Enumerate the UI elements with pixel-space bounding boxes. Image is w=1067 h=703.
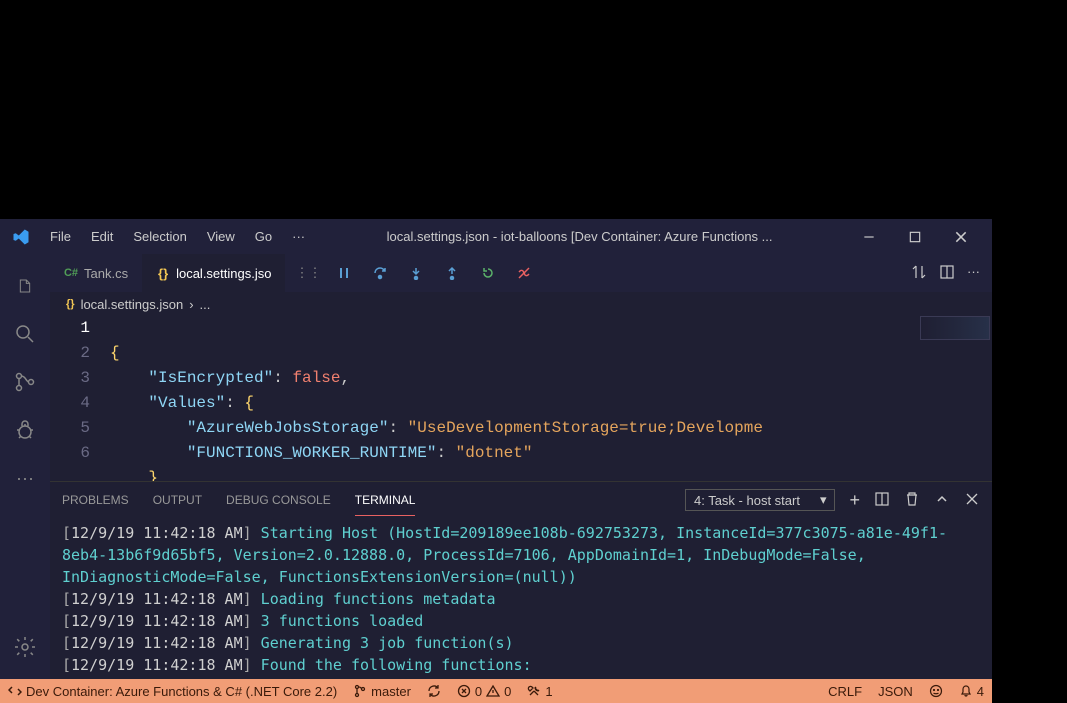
- panel-tab-debug-console[interactable]: DEBUG CONSOLE: [226, 485, 331, 515]
- titlebar: File Edit Selection View Go ··· local.se…: [0, 219, 992, 254]
- tools-icon: [527, 684, 541, 698]
- csharp-file-icon: C#: [64, 266, 78, 280]
- breadcrumb[interactable]: {} local.settings.json › ...: [50, 292, 992, 316]
- line-gutter: 1 2 3 4 5 6: [50, 316, 110, 481]
- language-mode[interactable]: JSON: [870, 684, 921, 699]
- problems-indicator[interactable]: 0 0: [449, 684, 519, 699]
- eol-indicator[interactable]: CRLF: [820, 684, 870, 699]
- menu-file[interactable]: File: [42, 225, 79, 248]
- panel-tab-problems[interactable]: PROBLEMS: [62, 485, 129, 515]
- terminal-output[interactable]: [12/9/19 11:42:18 AM] Starting Host (Hos…: [50, 518, 992, 679]
- step-into-icon[interactable]: [403, 260, 429, 286]
- close-panel-icon[interactable]: [964, 491, 980, 510]
- source-control-icon[interactable]: [0, 358, 50, 406]
- more-icon[interactable]: ···: [0, 454, 50, 502]
- explorer-icon[interactable]: [0, 262, 50, 310]
- step-over-icon[interactable]: [367, 260, 393, 286]
- dropdown-icon: ▾: [820, 492, 827, 508]
- menu-selection[interactable]: Selection: [125, 225, 194, 248]
- vscode-logo-icon: [12, 228, 30, 246]
- pause-icon[interactable]: [331, 260, 357, 286]
- terminal-selector[interactable]: 4: Task - host start▾: [685, 489, 836, 511]
- warning-icon: [486, 684, 500, 698]
- minimap[interactable]: [920, 316, 990, 340]
- json-file-icon: {}: [156, 266, 170, 280]
- code-content[interactable]: { "IsEncrypted": false, "Values": { "Azu…: [110, 316, 992, 481]
- terminal-message: Generating 3 job function(s): [252, 634, 514, 652]
- breadcrumb-rest[interactable]: ...: [200, 297, 211, 312]
- git-branch[interactable]: master: [345, 684, 419, 699]
- search-icon[interactable]: [0, 310, 50, 358]
- bell-icon: [959, 684, 973, 698]
- disconnect-icon[interactable]: [511, 260, 537, 286]
- statusbar: Dev Container: Azure Functions & C# (.NE…: [0, 679, 992, 703]
- vscode-window: File Edit Selection View Go ··· local.se…: [0, 219, 992, 703]
- terminal-timestamp: [12/9/19 11:42:18 AM]: [62, 634, 252, 652]
- activity-bar: ···: [0, 254, 50, 679]
- window-title: local.settings.json - iot-balloons [Dev …: [317, 229, 842, 244]
- new-terminal-icon[interactable]: +: [849, 490, 860, 511]
- bottom-panel: PROBLEMS OUTPUT DEBUG CONSOLE TERMINAL 4…: [50, 481, 992, 679]
- terminal-timestamp: [12/9/19 11:42:18 AM]: [62, 590, 252, 608]
- json-file-icon: {}: [66, 298, 75, 310]
- compare-changes-icon[interactable]: [911, 264, 927, 283]
- panel-tab-output[interactable]: OUTPUT: [153, 485, 202, 515]
- sync-icon: [427, 684, 441, 698]
- feedback-icon[interactable]: [921, 684, 951, 699]
- panel-tabs: PROBLEMS OUTPUT DEBUG CONSOLE TERMINAL 4…: [50, 482, 992, 518]
- tools-indicator[interactable]: 1: [519, 684, 560, 699]
- menu-go[interactable]: Go: [247, 225, 280, 248]
- menu-overflow[interactable]: ···: [284, 225, 313, 248]
- split-terminal-icon[interactable]: [874, 491, 890, 510]
- settings-gear-icon[interactable]: [0, 623, 50, 671]
- terminal-timestamp: [12/9/19 11:42:18 AM]: [62, 524, 252, 542]
- restart-icon[interactable]: [475, 260, 501, 286]
- error-icon: [457, 684, 471, 698]
- terminal-message: Loading functions metadata: [252, 590, 496, 608]
- remote-indicator[interactable]: Dev Container: Azure Functions & C# (.NE…: [0, 684, 345, 699]
- branch-icon: [353, 684, 367, 698]
- sync-button[interactable]: [419, 684, 449, 698]
- panel-tab-terminal[interactable]: TERMINAL: [355, 485, 416, 516]
- tab-tank-cs[interactable]: C# Tank.cs: [50, 254, 142, 292]
- drag-handle-icon[interactable]: ⋮⋮: [295, 260, 321, 286]
- menu-view[interactable]: View: [199, 225, 243, 248]
- terminal-message: Found the following functions:: [252, 656, 532, 674]
- editor[interactable]: 1 2 3 4 5 6 { "IsEncrypted": false, "Val…: [50, 316, 992, 481]
- close-button[interactable]: [938, 219, 984, 254]
- notifications-indicator[interactable]: 4: [951, 684, 992, 699]
- tab-label: local.settings.jso: [176, 266, 271, 281]
- terminal-timestamp: [12/9/19 11:42:18 AM]: [62, 656, 252, 674]
- chevron-right-icon: ›: [189, 297, 193, 312]
- step-out-icon[interactable]: [439, 260, 465, 286]
- more-actions-icon[interactable]: ···: [967, 264, 980, 283]
- debug-toolbar: ⋮⋮: [285, 260, 547, 286]
- maximize-button[interactable]: [892, 219, 938, 254]
- split-editor-icon[interactable]: [939, 264, 955, 283]
- minimize-button[interactable]: [846, 219, 892, 254]
- tab-local-settings[interactable]: {} local.settings.jso: [142, 254, 285, 292]
- tab-bar: C# Tank.cs {} local.settings.jso ⋮⋮: [50, 254, 992, 292]
- terminal-timestamp: [12/9/19 11:42:18 AM]: [62, 612, 252, 630]
- terminal-message: 3 functions loaded: [252, 612, 424, 630]
- menu-edit[interactable]: Edit: [83, 225, 121, 248]
- debug-icon[interactable]: [0, 406, 50, 454]
- kill-terminal-icon[interactable]: [904, 491, 920, 510]
- breadcrumb-file[interactable]: local.settings.json: [81, 297, 184, 312]
- remote-icon: [8, 684, 22, 698]
- maximize-panel-icon[interactable]: [934, 491, 950, 510]
- tab-label: Tank.cs: [84, 266, 128, 281]
